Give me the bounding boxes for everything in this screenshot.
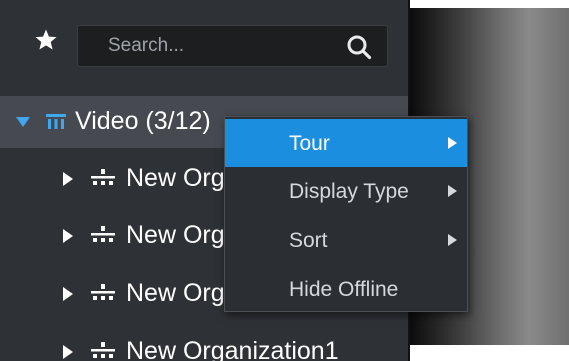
menu-item-display-type[interactable]: Display Type xyxy=(225,167,467,215)
tree-toolbar xyxy=(0,0,410,88)
star-icon[interactable] xyxy=(33,27,59,53)
video-group-icon xyxy=(45,111,67,131)
search-input[interactable] xyxy=(108,34,328,58)
caret-down-icon[interactable] xyxy=(15,114,31,130)
organization-icon xyxy=(90,283,116,305)
caret-right-icon[interactable] xyxy=(60,344,76,360)
caret-right-icon[interactable] xyxy=(60,286,76,302)
menu-item-tour[interactable]: Tour xyxy=(225,119,467,167)
client-window: Video (3/12) New Organization1 xyxy=(0,0,569,361)
tree-root-label: Video (3/12) xyxy=(75,107,211,135)
menu-item-sort[interactable]: Sort xyxy=(225,216,467,264)
menu-item-label: Sort xyxy=(289,229,328,252)
menu-item-label: Hide Offline xyxy=(289,278,399,301)
organization-icon xyxy=(90,168,116,190)
menu-item-label: Display Type xyxy=(289,180,409,203)
caret-right-icon[interactable] xyxy=(60,228,76,244)
tree-item-organization[interactable]: New Organization1 xyxy=(0,325,410,361)
organization-icon xyxy=(90,341,116,361)
submenu-arrow-icon xyxy=(448,137,457,149)
submenu-arrow-icon xyxy=(448,234,457,246)
context-menu: Tour Display Type Sort Hide Offline xyxy=(224,116,468,312)
organization-icon xyxy=(90,225,116,247)
window-edge xyxy=(410,0,569,8)
search-box xyxy=(77,25,388,67)
submenu-arrow-icon xyxy=(448,185,457,197)
caret-right-icon[interactable] xyxy=(60,171,76,187)
search-icon[interactable] xyxy=(345,33,373,61)
menu-item-label: Tour xyxy=(289,132,330,155)
tree-item-label: New Organization1 xyxy=(126,337,339,361)
menu-item-hide-offline[interactable]: Hide Offline xyxy=(225,265,467,313)
window-edge xyxy=(410,345,569,361)
